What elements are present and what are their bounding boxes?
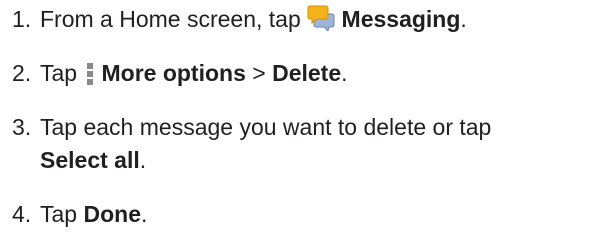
menu-separator: > <box>252 60 266 86</box>
step-number: 1. <box>12 6 32 32</box>
step-punctuation: . <box>139 147 147 173</box>
step-1: 1. From a Home screen, tap Messaging. <box>12 3 467 40</box>
step-punctuation: . <box>140 201 148 227</box>
step-3: 3. Tap each message you want to delete or… <box>12 111 491 177</box>
more-options-icon <box>87 63 94 85</box>
step-text: Tap <box>40 60 78 86</box>
step-text: Tap each message you want to delete or t… <box>40 114 492 140</box>
step-number: 3. <box>12 114 32 140</box>
step-4: 4. Tap Done. <box>12 198 147 231</box>
delete-label: Delete <box>272 60 342 86</box>
step-punctuation: . <box>460 6 467 32</box>
done-label: Done <box>83 201 141 227</box>
step-text: From a Home screen, tap <box>40 6 301 32</box>
select-all-label: Select all <box>40 147 140 173</box>
step-number: 2. <box>12 60 32 86</box>
step-text: Tap <box>40 201 78 227</box>
step-2: 2. Tap More options > Delete. <box>12 57 348 90</box>
messaging-label: Messaging <box>341 6 461 32</box>
more-options-label: More options <box>101 60 246 86</box>
step-punctuation: . <box>341 60 348 86</box>
step-number: 4. <box>12 201 32 227</box>
messaging-icon <box>307 5 335 40</box>
